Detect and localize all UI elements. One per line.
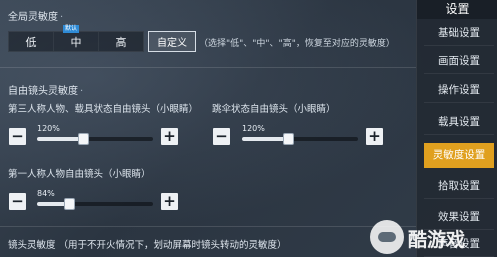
watermark-text: 酷游戏 (408, 229, 466, 251)
slider-tpp-free-look-value: 120% (37, 124, 60, 133)
slider-parachute-free-look-value: 120% (242, 124, 265, 133)
divider (0, 226, 416, 227)
sidebar-title: 设置 (417, 0, 497, 19)
slider-tpp-free-look-thumb[interactable] (78, 133, 90, 145)
preset-high-button[interactable]: 高 (99, 32, 143, 51)
preset-custom-button[interactable]: 自定义 (148, 31, 196, 52)
slider-tpp-free-look-track[interactable] (37, 133, 153, 145)
settings-sidebar: 设置 基础设置 画面设置 操作设置 载具设置 灵敏度设置 拾取设置 效果设置 声… (416, 0, 497, 257)
default-badge: 默认 (63, 25, 80, 33)
slider-parachute-free-look-plus-button[interactable]: + (366, 128, 383, 145)
camera-sensitivity-title: 镜头灵敏度 （用于不开火情况下，划动屏幕时镜头转动的灵敏度） (8, 240, 287, 251)
sensitivity-preset-group: 低 默认 中 高 (8, 25, 144, 52)
free-look-title: 自由镜头灵敏度 (8, 82, 83, 97)
settings-content: 全局灵敏度 低 默认 中 高 自定义 （选择"低"、"中"、"高"，恢复至对应的… (0, 0, 416, 257)
slider-parachute-free-look-minus-button[interactable]: − (213, 128, 230, 145)
preset-medium-button[interactable]: 默认 中 (54, 25, 99, 51)
slider-tpp-free-look-plus-button[interactable]: + (161, 128, 178, 145)
slider-tpp-free-look-fill (37, 137, 84, 141)
preset-low-label: 低 (25, 35, 37, 49)
slider-fpp-free-look-thumb[interactable] (64, 198, 76, 210)
global-sensitivity-title: 全局灵敏度 (8, 8, 63, 23)
slider-fpp-free-look-plus-button[interactable]: + (161, 193, 178, 210)
slider-fpp-free-look-minus-button[interactable]: − (9, 193, 26, 210)
slider-parachute-free-look-thumb[interactable] (283, 133, 295, 145)
slider-tpp-free-look-label: 第三人称人物、载具状态自由镜头（小眼睛） (8, 104, 199, 115)
slider-fpp-free-look-label: 第一人称人物自由镜头（小眼睛） (8, 169, 151, 180)
sidebar-item-sensitivity[interactable]: 灵敏度设置 (424, 143, 494, 168)
slider-parachute-free-look-fill (242, 137, 289, 141)
preset-high-label: 高 (115, 35, 127, 49)
sidebar-item-graphics[interactable]: 画面设置 (424, 49, 494, 74)
sidebar-item-controls[interactable]: 操作设置 (424, 78, 494, 103)
gamepad-logo-icon (370, 220, 404, 254)
slider-parachute-free-look-track[interactable] (242, 133, 358, 145)
preset-low-button[interactable]: 低 (9, 32, 54, 51)
slider-fpp-free-look-track[interactable] (37, 198, 153, 210)
divider (0, 67, 416, 68)
slider-parachute-free-look-label: 跳伞状态自由镜头（小眼睛） (212, 104, 336, 115)
watermark: 酷游戏 (370, 220, 488, 254)
slider-fpp-free-look-value: 84% (37, 189, 55, 198)
sidebar-item-vehicle[interactable]: 载具设置 (424, 110, 494, 135)
preset-hint-text: （选择"低"、"中"、"高"，恢复至对应的灵敏度） (199, 39, 395, 49)
sidebar-item-basic[interactable]: 基础设置 (424, 21, 494, 46)
slider-tpp-free-look-minus-button[interactable]: − (9, 128, 26, 145)
sidebar-item-pickup[interactable]: 拾取设置 (424, 174, 494, 199)
preset-medium-label: 中 (70, 35, 82, 49)
